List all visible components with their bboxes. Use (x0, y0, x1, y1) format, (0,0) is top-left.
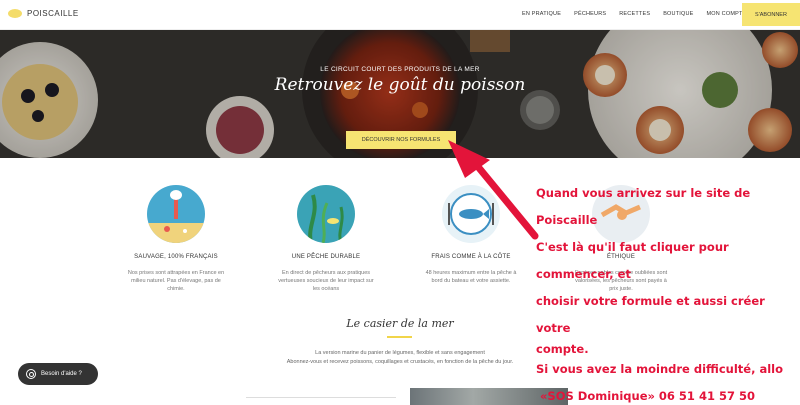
feature-title: SAUVAGE, 100% FRANÇAIS (134, 254, 218, 260)
subscribe-button[interactable]: S'ABONNER (742, 3, 800, 26)
annotation-line: choisir votre formule et aussi créer vot… (536, 294, 765, 335)
seaweed-fish-icon (297, 185, 355, 243)
nav-link-en-pratique[interactable]: EN PRATIQUE (522, 11, 561, 17)
feature-peche-durable: UNE PÊCHE DURABLE En direct de pêcheurs … (271, 185, 381, 293)
annotation-line: Si vous avez la moindre difficulté, allo (536, 362, 783, 376)
feature-title: FRAIS COMME À LA CÔTE (431, 254, 511, 260)
section-description: La version marine du panier de légumes, … (230, 349, 570, 366)
nav-link-boutique[interactable]: BOUTIQUE (663, 11, 693, 17)
nav-link-recettes[interactable]: RECETTES (619, 11, 650, 17)
bottom-card-edge (246, 397, 396, 405)
section-desc-line: La version marine du panier de légumes, … (315, 350, 485, 356)
help-label: Besoin d'aide ? (41, 371, 82, 377)
annotation-note: Quand vous arrivez sur le site de Poisca… (536, 180, 798, 405)
hero-kicker: LE CIRCUIT COURT DES PRODUITS DE LA MER (320, 66, 480, 73)
discover-formulas-button[interactable]: DÉCOUVRIR NOS FORMULES (346, 131, 456, 149)
help-button[interactable]: Besoin d'aide ? (18, 363, 98, 385)
feature-desc: 48 heures maximum entre la pêche à bord … (425, 270, 517, 284)
nav-links: EN PRATIQUE PÊCHEURS RECETTES BOUTIQUE M… (522, 11, 759, 17)
annotation-line: compte. (536, 342, 589, 356)
top-navbar: POISCAILLE EN PRATIQUE PÊCHEURS RECETTES… (0, 0, 800, 30)
annotation-line: «SOS Dominique» 06 51 41 57 50 (540, 389, 755, 403)
hero-banner: LE CIRCUIT COURT DES PRODUITS DE LA MER … (0, 30, 800, 158)
feature-sauvage: SAUVAGE, 100% FRANÇAIS Nos prises sont a… (121, 185, 231, 293)
bird-beach-icon (147, 185, 205, 243)
feature-title: UNE PÊCHE DURABLE (291, 254, 361, 260)
lifebuoy-icon (26, 369, 36, 379)
feature-desc: Nos prises sont attrapées en France en m… (127, 270, 225, 292)
fish-plate-icon (442, 185, 500, 243)
section-title: Le casier de la mer (346, 317, 454, 330)
logo-text: POISCAILLE (27, 9, 79, 18)
logo[interactable]: POISCAILLE (8, 9, 79, 18)
annotation-line: Quand vous arrivez sur le site de Poisca… (536, 186, 751, 227)
annotation-line: C'est là qu'il faut cliquer pour commenc… (536, 240, 729, 281)
nav-link-pecheurs[interactable]: PÊCHEURS (574, 11, 606, 17)
nav-link-mon-compte[interactable]: MON COMPTE (707, 11, 747, 17)
feature-frais: FRAIS COMME À LA CÔTE 48 heures maximum … (416, 185, 526, 285)
section-divider (387, 336, 412, 338)
feature-desc: En direct de pêcheurs aux pratiques vert… (278, 270, 374, 292)
hero-title: Retrouvez le goût du poisson (274, 75, 526, 95)
logo-mark-icon (8, 9, 22, 18)
section-desc-line: Abonnez-vous et recevez poissons, coquil… (286, 358, 514, 365)
